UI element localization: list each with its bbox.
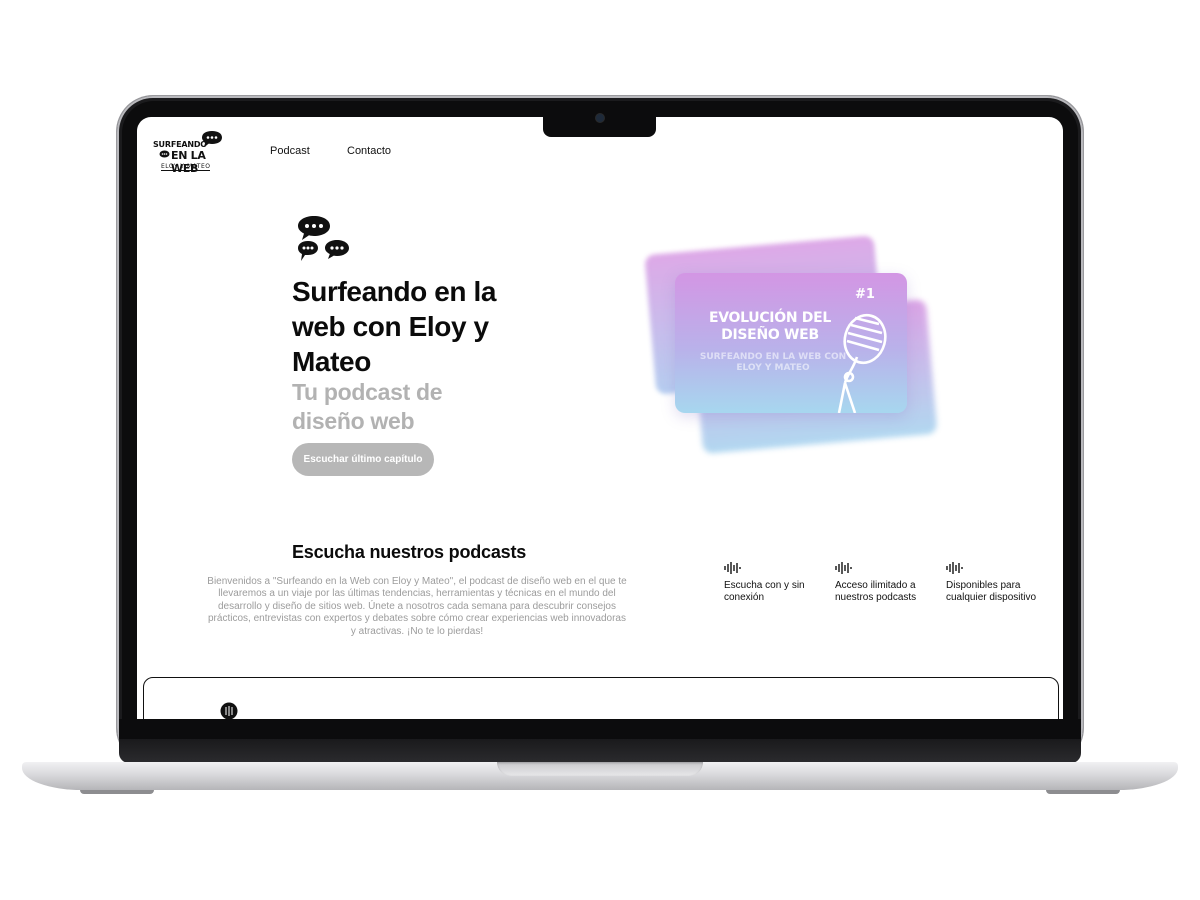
episode-cover-subtitle: SURFEANDO EN LA WEB CON ELOY Y MATEO [699, 352, 847, 373]
episode-cover-title: EVOLUCIÓN DEL DISEÑO WEB [708, 310, 832, 343]
podcasts-section-description: Bienvenidos a "Surfeando en la Web con E… [207, 576, 627, 637]
feature-unlimited-text: Acceso ilimitado a nuestros podcasts [835, 580, 917, 603]
camera-lens [596, 114, 604, 122]
listen-latest-episode-button[interactable]: Escuchar último capítulo [292, 443, 434, 476]
episode-cover[interactable]: #1 EVOLUCIÓN DEL DISEÑO WEB SURFEANDO EN… [675, 273, 907, 413]
episode-number: #1 [855, 287, 875, 302]
waveform-icon [724, 562, 741, 574]
laptop-foot-left [80, 790, 154, 794]
site-logo[interactable]: SURFEANDO EN LA WEB ELOY Y MATEO [153, 130, 227, 175]
hero-title: Surfeando en la web con Eloy y Mateo [292, 276, 497, 377]
feature-offline-text: Escucha con y sin conexión [724, 580, 805, 603]
laptop-foot-right [1046, 790, 1120, 794]
hero-subtitle: Tu podcast de diseño web [292, 379, 443, 434]
logo-text-top: SURFEANDO [153, 140, 207, 149]
laptop-hinge [119, 739, 1081, 763]
feature-any-device-text: Disponibles para cualquier dispositivo [946, 580, 1037, 603]
waveform-icon [835, 562, 852, 574]
chat-bubbles-icon [298, 216, 349, 261]
podcast-player-card[interactable] [143, 677, 1059, 719]
podcasts-section-title: Escucha nuestros podcasts [292, 542, 527, 562]
website-viewport: SURFEANDO EN LA WEB ELOY Y MATEO Podcast… [137, 117, 1063, 719]
screen-chin [119, 719, 1081, 739]
microphone-badge-icon [220, 702, 238, 719]
laptop-thumb-notch [497, 762, 703, 776]
nav-link-contacto[interactable]: Contacto [347, 145, 391, 157]
chat-bubble-small-icon [159, 150, 170, 158]
waveform-icon [946, 562, 963, 574]
logo-text-sub: ELOY Y MATEO [161, 163, 211, 171]
logo-text-main: EN LA WEB [171, 149, 206, 175]
nav-link-podcast[interactable]: Podcast [270, 145, 310, 157]
microphone-icon [837, 313, 887, 413]
